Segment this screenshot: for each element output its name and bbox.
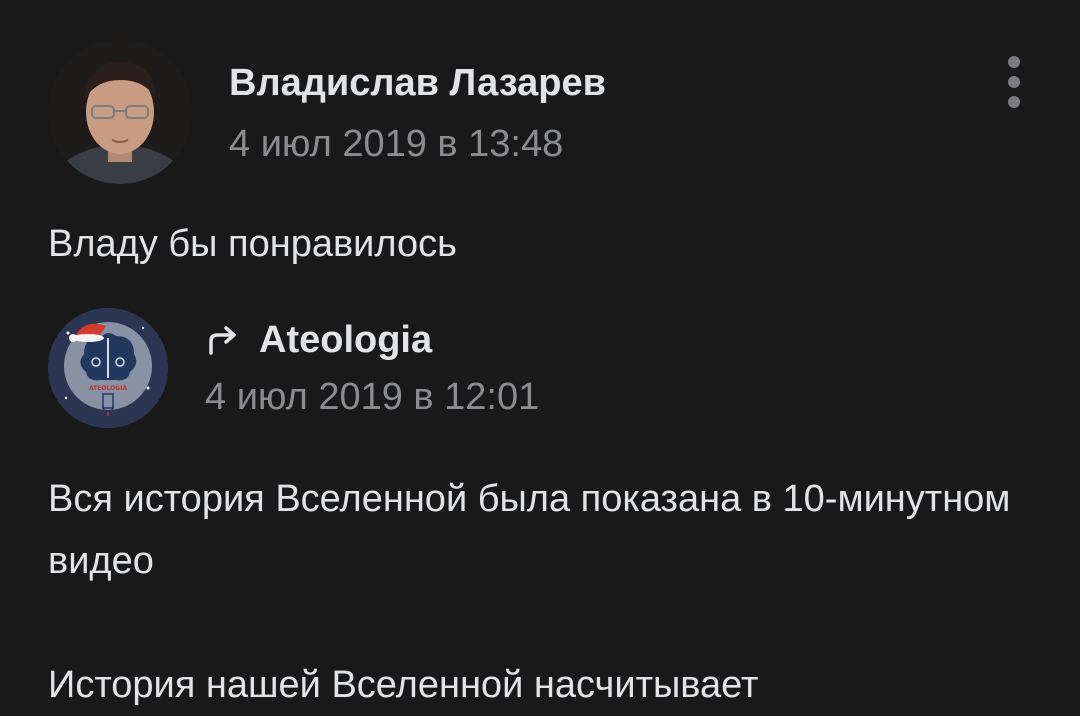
repost-source-name[interactable]: Ateologia [259,319,432,362]
author-avatar[interactable] [48,40,192,184]
repost-text: Вся история Вселенной была показана в 10… [48,468,1028,716]
brain-logo-icon: ATEOLOGIA [48,308,168,428]
post-date[interactable]: 4 июл 2019 в 13:48 [229,123,563,166]
post-text: Владу бы понравилось [48,223,457,265]
more-vertical-icon [1008,56,1020,68]
share-arrow-icon [209,325,236,355]
avatar-wordmark: ATEOLOGIA [89,385,127,392]
repost-source-avatar[interactable]: ATEOLOGIA [48,308,168,428]
author-name[interactable]: Владислав Лазарев [229,62,606,105]
wall-post: Владислав Лазарев 4 июл 2019 в 13:48 Вла… [0,0,1080,715]
repost-paragraph: Вся история Вселенной была показана в 10… [48,478,1011,582]
repost-header: Ateologia [205,319,432,362]
more-options-button[interactable] [994,52,1034,112]
repost-date[interactable]: 4 июл 2019 в 12:01 [205,376,539,419]
repost-paragraph: История нашей Вселенной насчитывает [48,664,759,706]
author-avatar-image [48,40,192,184]
